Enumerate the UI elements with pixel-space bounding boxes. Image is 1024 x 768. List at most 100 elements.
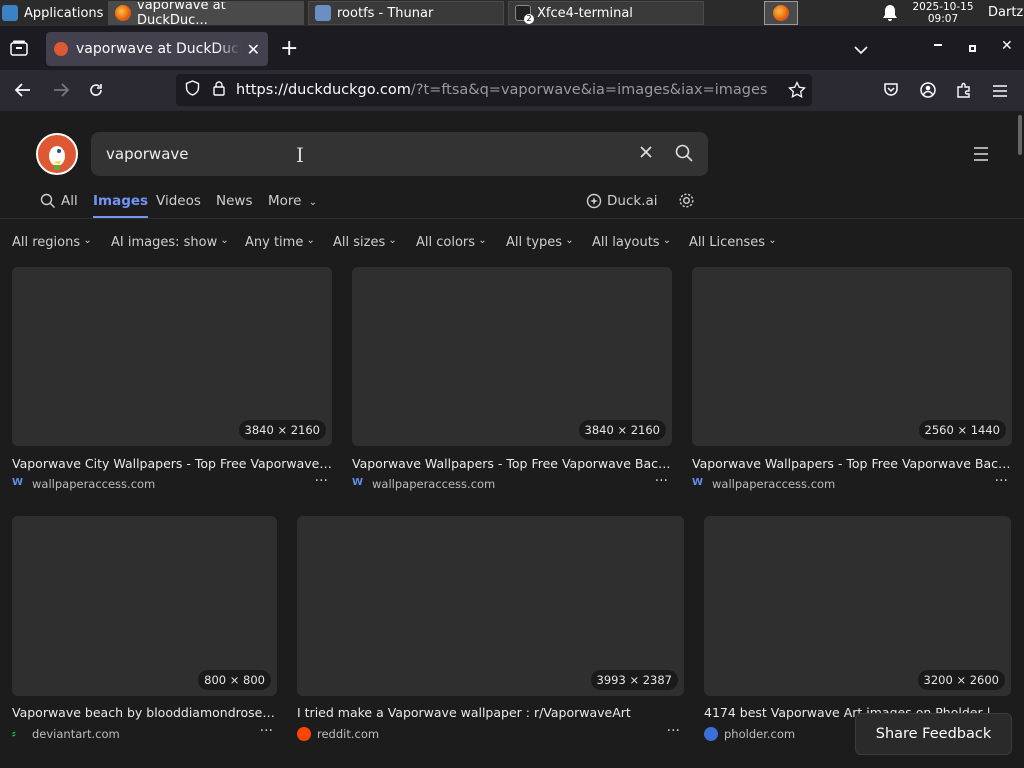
filter-sizes[interactable]: All sizes (333, 235, 397, 250)
more-options-icon[interactable]: ··· (315, 473, 328, 489)
result-source[interactable]: W wallpaperaccess.com (352, 477, 495, 491)
result-source-label: wallpaperaccess.com (32, 477, 156, 491)
nav-toolbar: https://duckduckgo.com/?t=ftsa&q=vaporwa… (0, 70, 1024, 111)
tab-images[interactable]: Images (93, 193, 149, 218)
share-feedback-button[interactable]: Share Feedback (855, 713, 1012, 755)
close-window-button[interactable]: ✕ (1001, 38, 1013, 54)
search-input[interactable]: vaporwave I (91, 132, 708, 176)
result-title[interactable]: Vaporwave beach by blooddiamondrose12... (12, 705, 277, 720)
firefox-launcher-icon (773, 5, 789, 21)
maximize-button[interactable] (969, 45, 976, 52)
wallpaperaccess-icon: W (352, 477, 364, 488)
notification-bell-icon[interactable] (882, 4, 898, 22)
result-title[interactable]: Vaporwave City Wallpapers - Top Free Vap… (12, 456, 332, 471)
clock[interactable]: 2025-10-15 09:07 (906, 0, 980, 26)
filter-types[interactable]: All types (506, 235, 574, 250)
forward-button[interactable] (52, 82, 70, 102)
firefox-launcher[interactable] (764, 1, 798, 25)
result-card-3[interactable]: 2560 × 1440 Vaporwave Wallpapers - Top F… (692, 267, 1012, 497)
result-card-6[interactable]: 3200 × 2600 4174 best Vaporwave Art imag… (704, 516, 1011, 746)
lock-icon[interactable] (212, 80, 226, 100)
url-domain: https://duckduckgo.com (236, 82, 411, 98)
duckai-icon (586, 193, 602, 209)
search-submit-icon[interactable] (675, 144, 693, 166)
result-card-2[interactable]: 3840 × 2160 Vaporwave Wallpapers - Top F… (352, 267, 672, 497)
user-name[interactable]: Dartz (988, 5, 1023, 20)
result-thumbnail[interactable]: 3200 × 2600 (704, 516, 1011, 696)
result-card-1[interactable]: 3840 × 2160 Vaporwave City Wallpapers - … (12, 267, 332, 497)
tab-videos[interactable]: Videos (156, 193, 201, 209)
image-dimensions: 3200 × 2600 (917, 670, 1005, 690)
result-source-label: reddit.com (317, 727, 380, 741)
filter-layouts[interactable]: All layouts (592, 235, 671, 250)
filter-ai-images[interactable]: AI images: show (111, 235, 229, 250)
duckai-label: Duck.ai (607, 193, 658, 209)
tab-images-label: Images (93, 193, 149, 209)
duckai-link[interactable]: Duck.ai (586, 193, 658, 209)
result-thumbnail[interactable]: 2560 × 1440 (692, 267, 1012, 446)
result-thumbnail[interactable]: 3840 × 2160 (12, 267, 332, 446)
result-source[interactable]: reddit.com (297, 727, 379, 741)
filter-licenses[interactable]: All Licenses (689, 235, 777, 250)
filter-regions[interactable]: All regions (12, 235, 92, 250)
clock-time: 09:07 (927, 13, 959, 25)
duckduckgo-logo-icon[interactable] (36, 133, 78, 175)
clear-search-icon[interactable] (639, 145, 653, 163)
result-source[interactable]: pholder.com (704, 727, 795, 741)
hamburger-menu-icon[interactable] (973, 146, 989, 165)
bookmark-star-icon[interactable] (788, 80, 806, 103)
url-path: /?t=ftsa&q=vaporwave&ia=images&iax=image… (410, 82, 768, 98)
result-thumbnail[interactable]: 3993 × 2387 (297, 516, 684, 696)
tab-title: vaporwave at DuckDuckGo (76, 41, 241, 57)
clock-date: 2025-10-15 (912, 1, 974, 13)
result-card-4[interactable]: 800 × 800 Vaporwave beach by blooddiamon… (12, 516, 277, 746)
more-options-icon[interactable]: ··· (260, 723, 273, 739)
back-button[interactable] (14, 82, 32, 102)
page-scrollbar[interactable] (1018, 115, 1022, 155)
tab-vaporwave[interactable]: vaporwave at DuckDuckGo ✕ (46, 32, 268, 66)
tab-all-label: All (61, 193, 78, 209)
result-card-5[interactable]: 3993 × 2387 I tried make a Vaporwave wal… (297, 516, 684, 746)
terminal-icon: 2 (515, 5, 534, 24)
tab-strip: vaporwave at DuckDuckGo ✕ + ✕ (0, 26, 1024, 70)
result-source[interactable]: W wallpaperaccess.com (692, 477, 835, 491)
tab-news[interactable]: News (216, 193, 252, 209)
app-menu-icon[interactable] (992, 83, 1008, 102)
minimize-button[interactable] (934, 44, 942, 46)
taskbar-terminal[interactable]: 2 Xfce4-terminal (508, 1, 704, 25)
tab-more[interactable]: More ⌄ (268, 193, 317, 209)
result-source[interactable]: W wallpaperaccess.com (12, 477, 155, 491)
firefox-view-icon[interactable] (10, 40, 28, 56)
result-title[interactable]: I tried make a Vaporwave wallpaper : r/V… (297, 705, 684, 720)
result-thumbnail[interactable]: 800 × 800 (12, 516, 277, 696)
url-bar[interactable]: https://duckduckgo.com/?t=ftsa&q=vaporwa… (176, 74, 812, 106)
filter-time[interactable]: Any time (245, 235, 315, 250)
more-options-icon[interactable]: ··· (667, 723, 680, 739)
result-title[interactable]: Vaporwave Wallpapers - Top Free Vaporwav… (352, 456, 672, 471)
tab-more-label: More (268, 193, 302, 209)
new-tab-button[interactable]: + (280, 36, 298, 61)
image-dimensions: 800 × 800 (198, 670, 271, 690)
settings-gear-icon[interactable] (678, 192, 695, 213)
taskbar-terminal-label: Xfce4-terminal (537, 5, 633, 21)
more-options-icon[interactable]: ··· (995, 473, 1008, 489)
tab-close-icon[interactable]: ✕ (247, 40, 260, 59)
extensions-icon[interactable] (956, 82, 972, 102)
ddg-favicon-icon (54, 42, 68, 56)
taskbar-firefox[interactable]: vaporwave at DuckDuc... (108, 1, 304, 25)
taskbar-thunar[interactable]: rootfs - Thunar (308, 1, 504, 25)
result-source[interactable]: ⸗ deviantart.com (12, 727, 120, 741)
reload-button[interactable] (88, 82, 104, 102)
account-icon[interactable] (920, 82, 936, 102)
taskbar-firefox-label: vaporwave at DuckDuc... (137, 1, 226, 25)
result-title[interactable]: Vaporwave Wallpapers - Top Free Vaporwav… (692, 456, 1012, 471)
tracking-protection-icon[interactable] (185, 80, 200, 100)
applications-menu[interactable]: Applications (0, 0, 108, 26)
filter-colors[interactable]: All colors (416, 235, 487, 250)
pocket-icon[interactable] (883, 82, 899, 102)
tab-all[interactable]: All (40, 193, 78, 209)
result-thumbnail[interactable]: 3840 × 2160 (352, 267, 672, 446)
more-options-icon[interactable]: ··· (655, 473, 668, 489)
list-all-tabs-icon[interactable] (854, 40, 868, 59)
taskbar-thunar-label: rootfs - Thunar (337, 5, 434, 21)
